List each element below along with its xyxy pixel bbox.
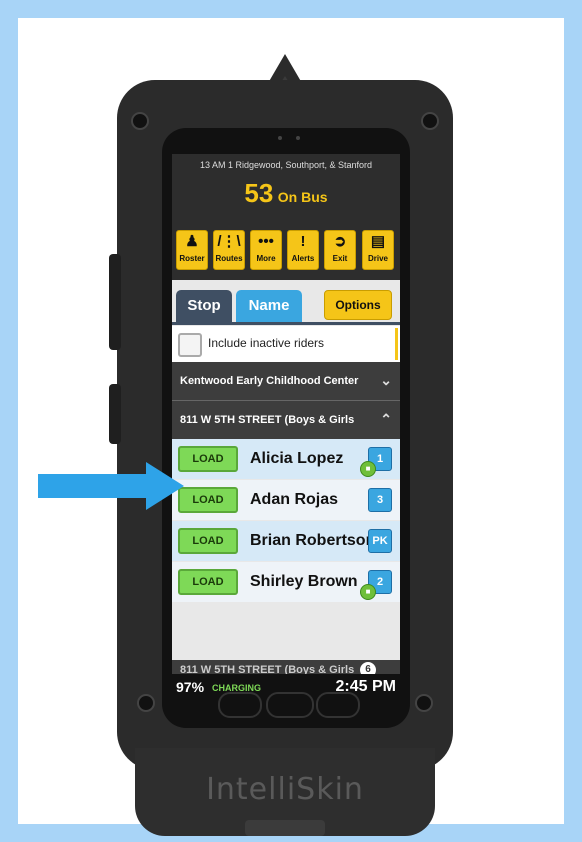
routes-button-label: Routes <box>215 254 243 263</box>
exit-button[interactable]: ➲ Exit <box>324 230 356 270</box>
road-icon: /⋮\ <box>217 233 241 250</box>
load-button[interactable]: LOAD <box>178 528 238 554</box>
stop-group-header[interactable]: 811 W 5TH STREET (Boys & Girls ⌃ <box>172 401 400 439</box>
options-button[interactable]: Options <box>324 290 392 320</box>
recent-apps-icon[interactable] <box>218 692 262 718</box>
device-case: IntelliSkin 13 AM 1 Ridgewood, Southport… <box>109 54 453 836</box>
rider-panel: Stop Name Options Include inactive rider… <box>172 280 400 674</box>
grade-badge: PK <box>368 529 392 553</box>
exit-door-icon: ➲ <box>333 233 347 250</box>
bus-stop-icon: ■ <box>360 461 376 477</box>
toolbar: ♟ Roster /⋮\ Routes ••• More ! Alerts ➲ … <box>176 230 396 270</box>
rider-row: LOAD Adan Rojas 3 <box>172 480 400 520</box>
on-bus-count: 53 <box>244 178 274 208</box>
roster-button-label: Roster <box>179 254 205 263</box>
tab-stop[interactable]: Stop <box>176 290 232 322</box>
drive-button[interactable]: ▤ Drive <box>362 230 394 270</box>
app-screen: 13 AM 1 Ridgewood, Southport, & Stanford… <box>172 154 400 674</box>
person-icon: ♟ <box>185 233 199 250</box>
include-inactive-row[interactable]: Include inactive riders <box>172 326 400 362</box>
bus-stop-icon: ■ <box>360 584 376 600</box>
screw-icon <box>415 694 433 712</box>
stop-group-title: 811 W 5TH STREET (Boys & Girls <box>180 414 355 426</box>
more-button-label: More <box>256 254 276 263</box>
dots-icon: ••• <box>258 233 274 250</box>
drive-button-label: Drive <box>367 254 388 263</box>
alerts-button-label: Alerts <box>291 254 315 263</box>
case-side-clip <box>109 384 121 444</box>
on-bus-label: On Bus <box>277 189 328 205</box>
grade-badge: 3 <box>368 488 392 512</box>
back-icon[interactable] <box>316 692 360 718</box>
exclamation-icon: ! <box>300 233 306 250</box>
bus-icon: ▤ <box>370 233 386 250</box>
on-bus-counter: 53 On Bus <box>172 178 400 209</box>
case-bottom-tab <box>245 820 325 836</box>
rider-name: Brian Robertson <box>250 532 376 549</box>
screw-icon <box>131 112 149 130</box>
more-button[interactable]: ••• More <box>250 230 282 270</box>
stop-group-title: Kentwood Early Childhood Center <box>180 375 359 387</box>
tab-name[interactable]: Name <box>236 290 302 322</box>
include-inactive-checkbox[interactable] <box>178 333 202 357</box>
sensor-icon <box>296 136 300 140</box>
exit-button-label: Exit <box>332 254 348 263</box>
rider-row: LOAD Alicia Lopez 1 ■ <box>172 439 400 479</box>
load-button[interactable]: LOAD <box>178 569 238 595</box>
alerts-button[interactable]: ! Alerts <box>287 230 319 270</box>
home-button[interactable] <box>266 692 314 718</box>
rider-row: LOAD Brian Robertson PK <box>172 521 400 561</box>
stop-group-title: 811 W 5TH STREET (Boys & Girls <box>180 664 355 674</box>
roster-button[interactable]: ♟ Roster <box>176 230 208 270</box>
route-title: 13 AM 1 Ridgewood, Southport, & Stanford <box>199 160 373 170</box>
camera-icon <box>278 136 282 140</box>
screw-icon <box>137 694 155 712</box>
case-side-clip <box>109 254 121 350</box>
rider-count-badge: 6 <box>360 662 376 674</box>
chevron-up-icon: ⌃ <box>380 411 392 427</box>
scroll-indicator <box>395 328 398 360</box>
rider-name: Alicia Lopez <box>250 450 344 467</box>
stop-group-header-partial[interactable]: 811 W 5TH STREET (Boys & Girls 6 <box>172 660 400 674</box>
rider-name: Shirley Brown <box>250 573 358 590</box>
tab-underline <box>172 322 400 325</box>
rider-name: Adan Rojas <box>250 491 339 508</box>
callout-arrow-icon <box>38 462 184 510</box>
chevron-down-icon: ⌄ <box>380 372 392 388</box>
android-nav-bar <box>162 682 410 728</box>
stop-group-header[interactable]: Kentwood Early Childhood Center ⌄ <box>172 362 400 400</box>
include-inactive-label: Include inactive riders <box>208 336 325 350</box>
rider-row: LOAD Shirley Brown 2 ■ <box>172 562 400 602</box>
case-brand-logo: IntelliSkin <box>206 772 364 807</box>
routes-button[interactable]: /⋮\ Routes <box>213 230 245 270</box>
screw-icon <box>421 112 439 130</box>
